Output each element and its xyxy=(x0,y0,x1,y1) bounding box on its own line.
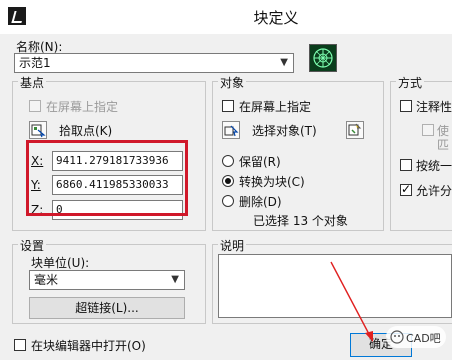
block-unit-label: 块单位(U): xyxy=(31,256,90,270)
block-unit-select[interactable]: 毫米 ▼ xyxy=(29,270,185,290)
chevron-down-icon[interactable]: ▼ xyxy=(280,54,288,72)
quick-select-button[interactable] xyxy=(346,121,364,139)
annotative-checkbox[interactable] xyxy=(400,100,412,112)
pick-point-icon xyxy=(31,124,46,138)
pick-point-label: 拾取点(K) xyxy=(59,124,113,138)
annotative-label: 注释性 xyxy=(416,100,452,114)
retain-radio[interactable] xyxy=(222,155,234,167)
behavior-title: 方式 xyxy=(396,74,425,91)
open-in-editor-label: 在块编辑器中打开(O) xyxy=(31,339,146,353)
basepoint-title: 基点 xyxy=(18,74,47,91)
select-objects-label: 选择对象(T) xyxy=(252,124,317,138)
hyperlink-button[interactable]: 超链接(L)... xyxy=(29,297,185,319)
block-preview xyxy=(309,44,337,72)
wechat-icon xyxy=(390,330,404,344)
objects-onscreen-checkbox[interactable] xyxy=(222,100,234,112)
delete-radio[interactable] xyxy=(222,195,234,207)
retain-label: 保留(R) xyxy=(239,155,281,169)
allow-exploding-checkbox[interactable] xyxy=(400,182,412,196)
select-objects-button[interactable] xyxy=(222,121,240,139)
delete-label: 删除(D) xyxy=(239,195,282,209)
block-unit-value: 毫米 xyxy=(34,273,59,287)
basepoint-onscreen-checkbox[interactable] xyxy=(29,100,41,112)
settings-title: 设置 xyxy=(18,237,47,254)
quick-select-icon xyxy=(348,123,362,136)
basepoint-onscreen-label: 在屏幕上指定 xyxy=(46,100,119,114)
selection-status: 已选择 13 个对象 xyxy=(253,214,348,228)
convert-to-block-radio[interactable] xyxy=(222,175,234,187)
pick-point-button[interactable] xyxy=(29,121,47,139)
match-orientation-label-2: 匹 xyxy=(437,138,450,152)
chevron-down-icon[interactable]: ▼ xyxy=(171,271,179,289)
watermark-text: CAD吧 xyxy=(406,332,441,345)
match-orientation-checkbox[interactable] xyxy=(422,124,434,136)
description-textarea[interactable] xyxy=(218,254,452,318)
preview-graphic-icon xyxy=(313,48,333,68)
objects-onscreen-label: 在屏幕上指定 xyxy=(239,100,312,114)
scale-uniformly-label: 按统一 xyxy=(416,159,452,173)
description-title: 说明 xyxy=(218,237,247,254)
scale-uniformly-checkbox[interactable] xyxy=(400,159,412,171)
coordinates-highlight xyxy=(26,140,188,216)
name-value: 示范1 xyxy=(19,56,51,70)
allow-exploding-label: 允许分 xyxy=(416,184,452,198)
convert-to-block-label: 转换为块(C) xyxy=(239,175,305,189)
open-in-editor-checkbox[interactable] xyxy=(14,339,26,351)
watermark-badge: CAD吧 xyxy=(386,326,446,348)
select-objects-icon xyxy=(224,125,239,137)
objects-title: 对象 xyxy=(218,74,247,91)
name-combobox[interactable]: 示范1 ▼ xyxy=(14,53,294,73)
dialog-title: 块定义 xyxy=(253,9,299,27)
